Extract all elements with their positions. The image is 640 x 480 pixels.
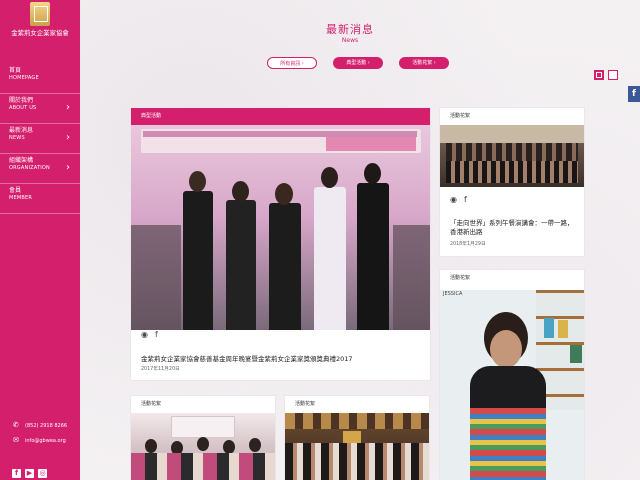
instagram-icon[interactable]: ◎: [38, 469, 47, 478]
phone-icon: ✆: [13, 421, 19, 429]
news-card-right-top[interactable]: 活動花絮 ◉ f 「走向世界」系列午餐演講會：一帶一路，香港新出路 2018年1月…: [440, 108, 584, 256]
featured-photo[interactable]: [131, 125, 430, 431]
news-card-bottom-middle[interactable]: 活動花絮: [285, 396, 429, 480]
card-caption[interactable]: 金紫荊女企業家協會慈善基金周年晚宴暨金紫荊女企業家獎頒獎典禮2017: [141, 355, 421, 364]
share-icons: ◉ f: [141, 330, 165, 339]
card-photo[interactable]: [285, 413, 429, 480]
card-category: 典型活動: [131, 108, 430, 125]
card-photo[interactable]: [440, 125, 584, 187]
news-card-featured[interactable]: 典型活動 ◉ f 金紫荊女企業家協會慈善基金周年晚宴暨金紫荊女企業家獎頒獎典禮20…: [131, 108, 430, 380]
nav-item-member[interactable]: 會員 MEMBER: [0, 184, 80, 214]
list-view-icon[interactable]: [608, 70, 618, 80]
grid-view-icon[interactable]: [594, 70, 604, 80]
main-nav: 首頁 HOMEPAGE 關於我們 ABOUT US › 最新消息 NEWS › …: [0, 64, 80, 214]
page-title: 最新消息: [326, 23, 374, 36]
chevron-right-icon: ›: [66, 132, 70, 143]
social-links: f ▶ ◎: [12, 460, 51, 479]
logo[interactable]: 金紫荊女企業家協會: [6, 2, 74, 42]
nav-item-organization[interactable]: 組織架構 ORGANIZATION ›: [0, 154, 80, 184]
phone-text: (852) 2918 8266: [25, 423, 68, 429]
nav-item-label-zh: 首頁: [9, 67, 22, 74]
contact-email[interactable]: ✉ info@gbwea.org: [13, 436, 66, 444]
mail-icon: ✉: [13, 436, 19, 444]
card-caption[interactable]: 「走向世界」系列午餐演講會：一帶一路，香港新出路: [450, 219, 574, 237]
card-photo[interactable]: [131, 413, 275, 480]
email-text: info@gbwea.org: [25, 438, 66, 444]
facebook-share-icon[interactable]: f: [155, 330, 158, 339]
logo-name: 金紫荊女企業家協會: [11, 29, 69, 37]
sidebar: 金紫荊女企業家協會 首頁 HOMEPAGE 關於我們 ABOUT US › 最新…: [0, 0, 80, 480]
filter-all-button[interactable]: 所有資訊 ›: [267, 57, 317, 69]
facebook-share-icon[interactable]: f: [464, 195, 467, 204]
nav-item-about-us[interactable]: 關於我們 ABOUT US ›: [0, 94, 80, 124]
news-card-bottom-left[interactable]: 活動花絮: [131, 396, 275, 480]
card-category: 活動花絮: [131, 396, 275, 413]
nav-item-homepage[interactable]: 首頁 HOMEPAGE: [0, 64, 80, 94]
news-card-right-bottom[interactable]: 活動花絮 JESSICA: [440, 270, 584, 480]
filter-typical-button[interactable]: 典型活動 ›: [333, 57, 383, 69]
share-icons: ◉ f: [450, 195, 474, 204]
nav-item-label-en: MEMBER: [9, 195, 33, 201]
contact-phone[interactable]: ✆ (852) 2918 8266: [13, 421, 67, 429]
card-photo[interactable]: JESSICA: [440, 290, 584, 480]
facebook-float-icon[interactable]: f: [628, 86, 640, 102]
facebook-icon[interactable]: f: [12, 469, 21, 478]
logo-icon: [30, 2, 50, 26]
card-category: 活動花絮: [440, 108, 584, 125]
weibo-icon[interactable]: ◉: [141, 330, 148, 339]
youtube-icon[interactable]: ▶: [25, 469, 34, 478]
nav-item-news[interactable]: 最新消息 NEWS ›: [0, 124, 80, 154]
card-category: 活動花絮: [440, 270, 584, 287]
photo-text: JESSICA: [443, 291, 463, 297]
chevron-right-icon: ›: [66, 102, 70, 113]
nav-item-label-en: HOMEPAGE: [9, 75, 39, 81]
card-date: 2018年1月29日: [450, 242, 486, 247]
nav-item-label-zh: 會員: [9, 187, 22, 194]
page-subtitle: News: [341, 37, 359, 44]
chevron-right-icon: ›: [66, 162, 70, 173]
weibo-icon[interactable]: ◉: [450, 195, 457, 204]
filter-highlights-button[interactable]: 活動花絮 ›: [399, 57, 449, 69]
card-date: 2017年11月20日: [141, 367, 180, 372]
card-category: 活動花絮: [285, 396, 429, 413]
